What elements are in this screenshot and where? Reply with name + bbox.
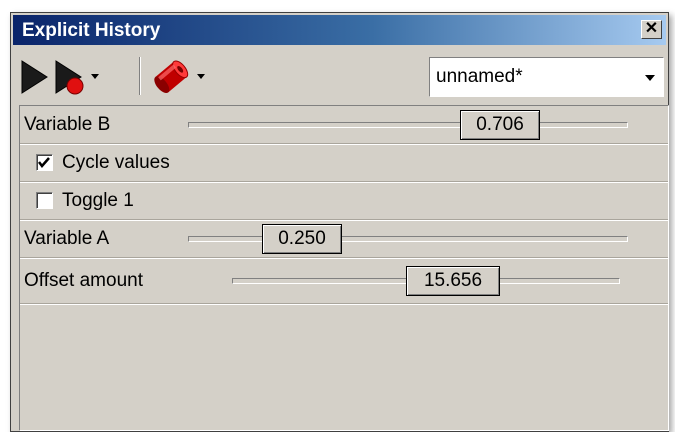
explicit-history-window: Explicit History ✕ unnamed* Variable B 0… xyxy=(10,12,669,432)
chevron-down-icon[interactable] xyxy=(640,61,660,93)
variable-b-row: Variable B 0.706 xyxy=(20,106,668,144)
variable-a-row: Variable A 0.250 xyxy=(20,220,668,258)
title-bar[interactable]: Explicit History ✕ xyxy=(13,15,666,45)
shape-dropdown-arrow-icon[interactable] xyxy=(196,73,206,81)
cycle-values-row: Cycle values xyxy=(20,144,668,182)
variable-b-label: Variable B xyxy=(24,114,111,135)
variable-b-slider-track[interactable] xyxy=(188,122,628,128)
offset-amount-slider-thumb[interactable]: 15.656 xyxy=(406,266,500,296)
cycle-values-checkbox[interactable] xyxy=(36,154,53,171)
preset-select[interactable]: unnamed* xyxy=(429,57,664,97)
red-cylinder-icon[interactable] xyxy=(151,57,191,97)
variable-a-slider-track[interactable] xyxy=(188,236,628,242)
variable-a-slider-thumb[interactable]: 0.250 xyxy=(262,224,342,254)
preset-select-value: unnamed* xyxy=(436,66,523,87)
record-play-icon[interactable] xyxy=(53,59,87,97)
toolbar: unnamed* xyxy=(13,47,666,105)
record-dropdown-arrow-icon[interactable] xyxy=(90,73,100,81)
close-icon: ✕ xyxy=(644,20,659,37)
checkmark-icon xyxy=(38,157,50,168)
close-button[interactable]: ✕ xyxy=(641,20,662,39)
toolbar-separator xyxy=(139,57,141,95)
window-title: Explicit History xyxy=(22,20,161,41)
offset-amount-label: Offset amount xyxy=(24,270,143,291)
toggle-1-checkbox[interactable] xyxy=(36,192,53,209)
variable-b-slider-thumb[interactable]: 0.706 xyxy=(460,110,540,140)
variable-a-label: Variable A xyxy=(24,228,110,249)
play-icon[interactable] xyxy=(19,59,49,95)
cycle-values-label: Cycle values xyxy=(62,152,170,173)
toggle-1-label: Toggle 1 xyxy=(62,190,134,211)
offset-amount-row: Offset amount 15.656 xyxy=(20,258,668,304)
controls-list: Variable B 0.706 Cycle values Toggle 1 V… xyxy=(19,105,669,431)
toggle-1-row: Toggle 1 xyxy=(20,182,668,220)
